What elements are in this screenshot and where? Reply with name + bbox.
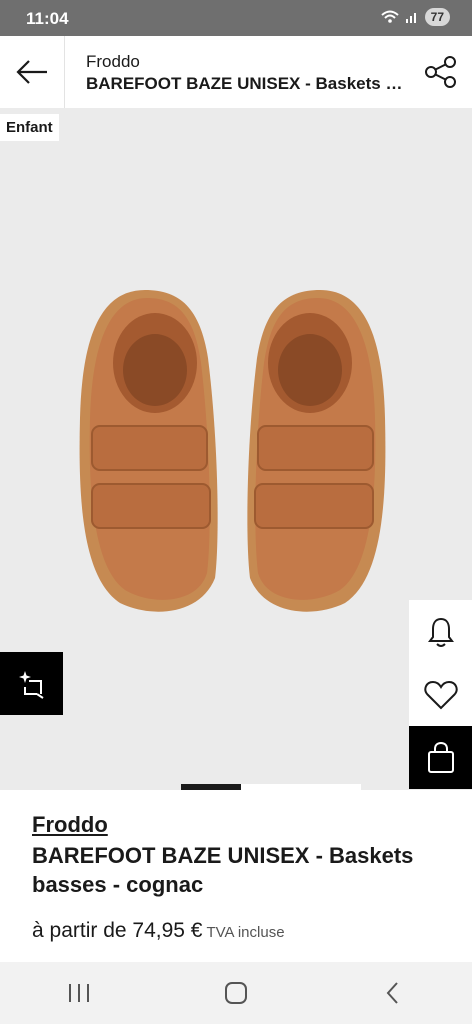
stock-alert-button[interactable] <box>409 600 472 663</box>
sparkle-crop-icon <box>18 670 44 699</box>
nav-back-button[interactable] <box>363 968 423 1018</box>
product-name: BAREFOOT BAZE UNISEX - Baskets basses - … <box>32 843 414 897</box>
chevron-left-icon <box>386 982 399 1004</box>
back-button[interactable] <box>0 36 65 108</box>
add-to-bag-button[interactable] <box>409 726 472 789</box>
arrow-left-icon <box>16 60 47 84</box>
product-action-bar <box>409 600 472 789</box>
left-shoe <box>79 290 218 612</box>
header-title: BAREFOOT BAZE UNISEX - Baskets basses - … <box>86 74 404 93</box>
wifi-icon <box>380 10 399 23</box>
signal-icon <box>405 13 416 23</box>
virtual-try-on-button[interactable] <box>0 652 63 715</box>
home-icon <box>224 982 247 1004</box>
shopping-bag-icon <box>427 741 454 773</box>
product-info: Froddo BAREFOOT BAZE UNISEX - Baskets ba… <box>32 812 442 943</box>
product-header: Froddo BAREFOOT BAZE UNISEX - Baskets ba… <box>0 36 472 109</box>
tax-note: TVA incluse <box>206 924 285 941</box>
price: à partir de 74,95 € <box>32 919 203 942</box>
recents-button[interactable] <box>49 968 109 1018</box>
gallery-indicator <box>0 784 472 790</box>
system-navigation-bar <box>0 962 472 1024</box>
product-image <box>79 290 386 612</box>
indicator-segment-2 <box>241 784 361 790</box>
recents-icon <box>68 984 89 1002</box>
status-icons: 77 <box>380 8 450 26</box>
home-button[interactable] <box>206 968 266 1018</box>
bell-icon <box>427 617 454 647</box>
indicator-segment-1 <box>181 784 241 790</box>
share-button[interactable] <box>424 54 458 90</box>
wishlist-button[interactable] <box>409 663 472 726</box>
status-bar: 11:04 77 <box>0 0 472 36</box>
audience-tag: Enfant <box>0 114 59 141</box>
status-time: 11:04 <box>26 9 69 28</box>
header-brand: Froddo <box>86 52 140 71</box>
right-shoe <box>247 290 386 612</box>
brand-link[interactable]: Froddo <box>32 812 442 838</box>
product-image-gallery[interactable]: Enfant <box>0 108 472 790</box>
heart-icon <box>423 680 458 709</box>
battery-indicator: 77 <box>424 8 450 26</box>
price-line: à partir de 74,95 € TVA incluse <box>32 919 442 943</box>
share-icon <box>425 56 456 88</box>
